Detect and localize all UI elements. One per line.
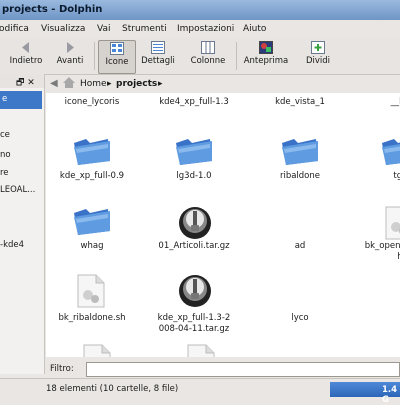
filter-label: Filtro: [50, 364, 74, 374]
columns-view-button[interactable]: Colonne [185, 40, 231, 72]
places-item[interactable]: no [0, 150, 11, 160]
file-name: kde_vista_1 [275, 97, 325, 107]
script-icon [76, 273, 106, 313]
forward-arrow-icon [67, 42, 74, 53]
places-panel: 🗗 ✕ e ce no re LEOAL... -kde4 [0, 74, 45, 374]
folder-item[interactable]: tgz [350, 135, 400, 205]
folder-item[interactable]: kde_xp_full-0.9 [46, 135, 142, 205]
file-name: bk_ribaldone.sh [58, 313, 126, 323]
folder-icon [380, 135, 400, 171]
places-item[interactable]: -kde4 [0, 240, 24, 250]
script-icon[interactable] [82, 343, 112, 357]
breadcrumb-separator: ▸ [158, 79, 163, 89]
file-name: lyco [291, 313, 309, 323]
file-view[interactable]: icone_lycoris kde4_xp_full-1.3 kde_vista_1… [46, 93, 400, 357]
home-icon[interactable] [62, 76, 76, 89]
archive-icon [178, 205, 212, 245]
status-bar: 18 elementi (10 cartelle, 8 file) 1.4 G [0, 378, 400, 405]
places-panel-header: 🗗 ✕ [0, 74, 44, 88]
details-view-icon [151, 41, 165, 54]
file-name: icone_lycoris [64, 97, 120, 107]
forward-button[interactable]: Avanti [52, 40, 88, 72]
location-breadcrumb: ◀ Home ▸ projects ▸ [46, 76, 400, 92]
menu-visualizza[interactable]: Visualizza [41, 24, 85, 34]
folder-item[interactable]: whag [46, 205, 142, 275]
window-title: projects - Dolphin [2, 4, 103, 15]
file-name: ribaldone [279, 171, 321, 181]
file-name: ad [294, 241, 306, 251]
filter-bar: Filtro: [46, 360, 400, 378]
file-item[interactable]: ad [250, 205, 350, 275]
file-name: 01_Articoli.tar.gz [158, 241, 230, 251]
icons-view-icon [110, 42, 124, 55]
menu-aiuto[interactable]: Aiuto [243, 24, 266, 34]
menu-strumenti[interactable]: Strumenti [122, 24, 167, 34]
file-name: whag [80, 241, 104, 251]
folder-item[interactable]: ribaldone [250, 135, 350, 205]
file-name: kde4_xp_full-1.3 [159, 97, 229, 107]
file-item[interactable]: bk_ribaldone.sh [46, 273, 142, 343]
preview-icon [259, 41, 273, 54]
file-name: kde_xp_full-1.3-2 008-04-11.tar.gz [157, 313, 231, 334]
file-name: tgz [393, 171, 400, 181]
icons-view-button[interactable]: Icone [98, 40, 136, 74]
folder-icon [72, 205, 112, 241]
file-name: lg3d-1.0 [176, 171, 212, 181]
file-name: __kd [390, 97, 400, 107]
places-item[interactable]: re [0, 168, 9, 178]
window-titlebar[interactable]: projects - Dolphin [0, 0, 400, 20]
toolbar-separator [236, 42, 237, 70]
menu-impostazioni[interactable]: Impostazioni [177, 24, 234, 34]
panel-float-close-icons[interactable]: 🗗 ✕ [16, 75, 35, 91]
preview-button[interactable]: Anteprima [241, 40, 291, 72]
file-item[interactable]: bk_openspeleo.s h [350, 205, 400, 275]
breadcrumb-separator: ▸ [107, 79, 112, 89]
free-space-bar: 1.4 G [330, 382, 400, 405]
places-item[interactable]: LEOAL... [0, 185, 35, 195]
details-view-button[interactable]: Dettagli [137, 40, 179, 72]
toolbar-separator [94, 42, 95, 70]
breadcrumb-home[interactable]: Home [80, 79, 107, 89]
folder-icon [72, 135, 112, 171]
status-text: 18 elementi (10 cartelle, 8 file) [46, 384, 179, 394]
script-icon [384, 205, 400, 245]
main-toolbar: Indietro Avanti Icone Dettagli Colonne A… [0, 38, 400, 75]
split-button[interactable]: Dividi [300, 40, 336, 72]
menu-vai[interactable]: Vai [97, 24, 110, 34]
folder-icon [280, 135, 320, 171]
menu-bar: odifica Visualizza Vai Strumenti Imposta… [0, 20, 400, 39]
filter-input[interactable] [86, 362, 400, 377]
file-item[interactable]: kde_xp_full-1.3-2 008-04-11.tar.gz [144, 273, 244, 343]
back-button[interactable]: Indietro [6, 40, 46, 72]
places-item[interactable]: ce [0, 130, 10, 140]
folder-icon [174, 135, 214, 171]
folder-item[interactable]: lg3d-1.0 [144, 135, 244, 205]
file-item[interactable]: 01_Articoli.tar.gz [144, 205, 244, 275]
file-item[interactable]: lyco [250, 273, 350, 343]
columns-view-icon [201, 41, 215, 54]
file-name: kde_xp_full-0.9 [59, 171, 125, 181]
breadcrumb-back-icon[interactable]: ◀ [50, 78, 58, 89]
breadcrumb-current[interactable]: projects [116, 79, 157, 89]
split-icon [311, 41, 325, 54]
back-arrow-icon [22, 42, 29, 53]
archive-icon [178, 273, 212, 313]
menu-modifica[interactable]: odifica [0, 24, 29, 34]
places-item-selected[interactable]: e [0, 91, 42, 109]
script-icon[interactable] [186, 343, 216, 357]
file-name: bk_openspeleo.s h [364, 241, 400, 262]
